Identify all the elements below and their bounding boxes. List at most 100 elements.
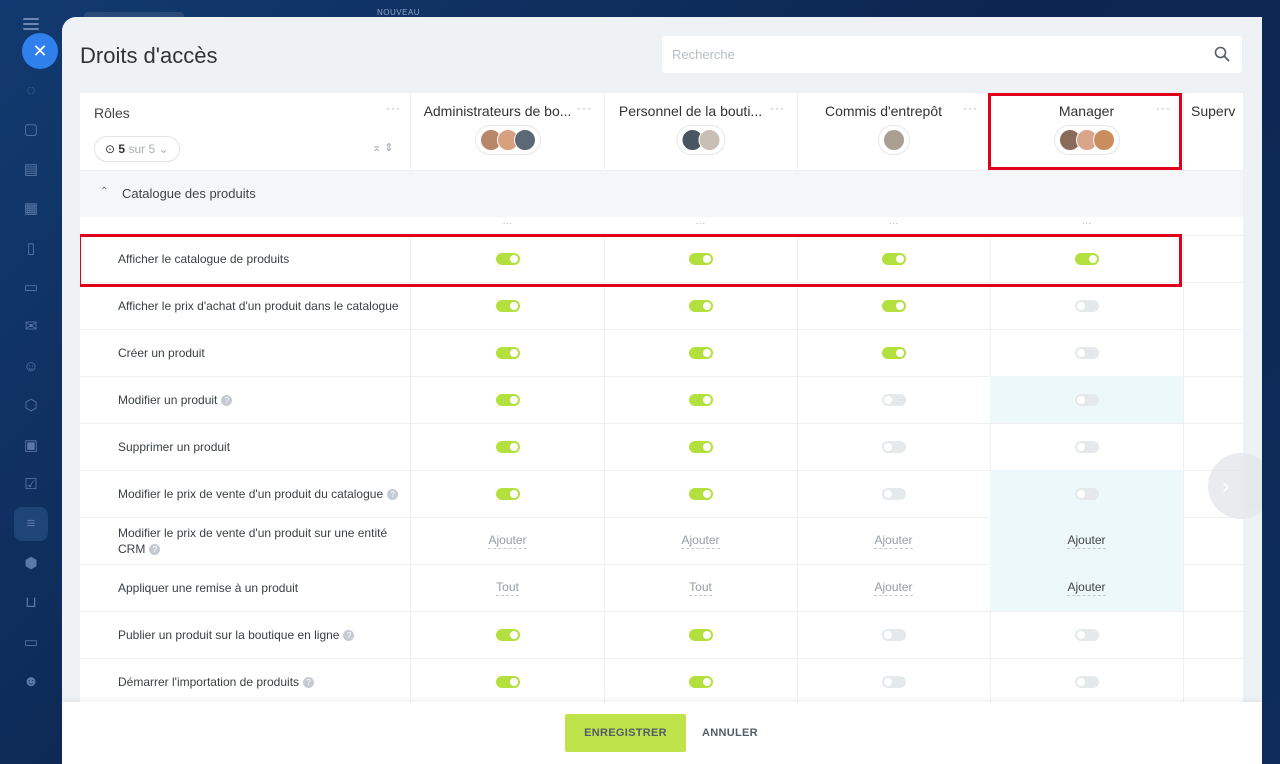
column-options-icon[interactable]: ··· [604, 217, 797, 235]
permission-label: Appliquer une remise à un produit [118, 564, 408, 611]
roles-more-icon[interactable]: ··· [386, 101, 401, 115]
table-row: Démarrer l'importation de produits? [80, 658, 1243, 706]
avatar-group[interactable] [877, 125, 910, 155]
help-icon[interactable]: ? [343, 629, 355, 641]
permission-cell [990, 611, 1184, 658]
toggle-on[interactable] [881, 346, 906, 359]
search-icon[interactable] [1214, 46, 1230, 62]
mail-icon[interactable]: ✉ [22, 318, 40, 336]
hexagon-icon[interactable]: ⬡ [22, 397, 40, 415]
roles-filter[interactable]: ⊙ 5 sur 5 ⌄ [94, 136, 180, 162]
permission-cell [990, 423, 1184, 470]
section-header[interactable]: ⌃ Catalogue des produits [80, 171, 1243, 217]
toggle-on[interactable] [688, 440, 713, 453]
calendar-icon[interactable]: ▦ [22, 200, 40, 218]
toggle-off[interactable] [881, 628, 906, 641]
table-row: Modifier un produit? [80, 376, 1243, 424]
toggle-on[interactable] [495, 393, 520, 406]
people-icon[interactable]: ☻ [22, 673, 40, 691]
permission-value[interactable]: Tout [496, 580, 519, 596]
tasks-icon[interactable]: ▤ [22, 161, 40, 179]
help-icon[interactable]: ? [221, 394, 233, 406]
toggle-off[interactable] [1074, 628, 1099, 641]
permission-value[interactable]: Ajouter [874, 533, 913, 549]
avatar-group[interactable] [676, 125, 725, 155]
permission-value[interactable]: Ajouter [681, 533, 720, 549]
terminal-icon[interactable]: ▭ [22, 634, 40, 652]
help-icon[interactable]: ? [303, 676, 315, 688]
save-button[interactable]: ENREGISTRER [565, 714, 686, 752]
help-icon[interactable]: ? [387, 488, 399, 500]
permission-value[interactable]: Ajouter [874, 580, 913, 596]
permission-value[interactable]: Ajouter [488, 533, 527, 549]
permission-cell [990, 329, 1184, 376]
highlight-row-box [80, 234, 1182, 287]
sync-icon[interactable]: ◌ [22, 82, 40, 100]
toggle-on[interactable] [688, 393, 713, 406]
permission-cell [797, 423, 991, 470]
column-options-icon[interactable]: ··· [797, 217, 990, 235]
cancel-button[interactable]: ANNULER [702, 714, 758, 752]
permission-label: Modifier un produit? [118, 376, 408, 423]
toggle-on[interactable] [688, 487, 713, 500]
search-box[interactable] [662, 36, 1242, 73]
permission-cell: Ajouter [990, 517, 1184, 564]
search-input[interactable] [662, 36, 1202, 73]
toggle-off[interactable] [1074, 393, 1099, 406]
checkbox-icon[interactable]: ☑ [22, 476, 40, 494]
role-column-header[interactable]: Personnel de la bouti... ··· [604, 93, 798, 170]
toggle-off[interactable] [881, 487, 906, 500]
chat-icon[interactable]: ▢ [22, 121, 40, 139]
permission-cell [797, 611, 991, 658]
toggle-off[interactable] [881, 393, 906, 406]
board-icon[interactable]: ▣ [22, 437, 40, 455]
column-more-icon[interactable]: ··· [770, 101, 785, 115]
toggle-on[interactable] [495, 299, 520, 312]
permission-cell [411, 423, 605, 470]
toggle-on[interactable] [495, 487, 520, 500]
role-column-header[interactable]: Commis d'entrepôt ··· [797, 93, 991, 170]
permission-text: Appliquer une remise à un produit [118, 580, 299, 595]
avatar-group[interactable] [474, 125, 541, 155]
toggle-on[interactable] [688, 299, 713, 312]
toggle-on[interactable] [688, 628, 713, 641]
toggle-on[interactable] [495, 628, 520, 641]
permission-label: Supprimer un produit [118, 423, 408, 470]
document-icon[interactable]: ▯ [22, 240, 40, 258]
chevron-up-icon[interactable]: ⌃ [100, 186, 108, 197]
column-more-icon[interactable]: ··· [577, 101, 592, 115]
expand-collapse-icon[interactable]: ⌅ ⇕ [372, 141, 394, 154]
role-column-header[interactable]: Administrateurs de bo... ··· [411, 93, 605, 170]
contacts-icon[interactable]: ☺ [22, 358, 40, 376]
toggle-on[interactable] [495, 675, 520, 688]
toggle-off[interactable] [881, 675, 906, 688]
permission-label: Modifier le prix de vente d'un produit s… [118, 517, 408, 564]
close-button[interactable]: ✕ [22, 33, 58, 69]
toggle-on[interactable] [688, 346, 713, 359]
toggle-off[interactable] [1074, 346, 1099, 359]
card-icon[interactable]: ▭ [22, 279, 40, 297]
column-options-icon[interactable]: ··· [411, 217, 604, 235]
toggle-on[interactable] [881, 299, 906, 312]
toggle-on[interactable] [495, 346, 520, 359]
permission-value[interactable]: Ajouter [1067, 580, 1106, 596]
toggle-off[interactable] [1074, 440, 1099, 453]
permission-label: Publier un produit sur la boutique en li… [118, 611, 408, 658]
role-column-header[interactable]: Superv [1183, 93, 1243, 170]
toggle-off[interactable] [1074, 299, 1099, 312]
toggle-on[interactable] [495, 440, 520, 453]
toggle-off[interactable] [1074, 487, 1099, 500]
cart-icon[interactable]: ⊔ [22, 594, 40, 612]
toggle-on[interactable] [688, 675, 713, 688]
permission-value[interactable]: Tout [689, 580, 712, 596]
toggle-off[interactable] [1074, 675, 1099, 688]
permission-value[interactable]: Ajouter [1067, 533, 1106, 549]
menu-icon[interactable] [23, 18, 39, 30]
help-icon[interactable]: ? [149, 543, 161, 555]
box-icon[interactable]: ⬢ [22, 555, 40, 573]
column-options-icon[interactable]: ··· [990, 217, 1183, 235]
table-row: Modifier le prix de vente d'un produit s… [80, 517, 1243, 565]
filter-icon[interactable]: ≡ [22, 515, 40, 533]
toggle-off[interactable] [881, 440, 906, 453]
column-more-icon[interactable]: ··· [963, 101, 978, 115]
